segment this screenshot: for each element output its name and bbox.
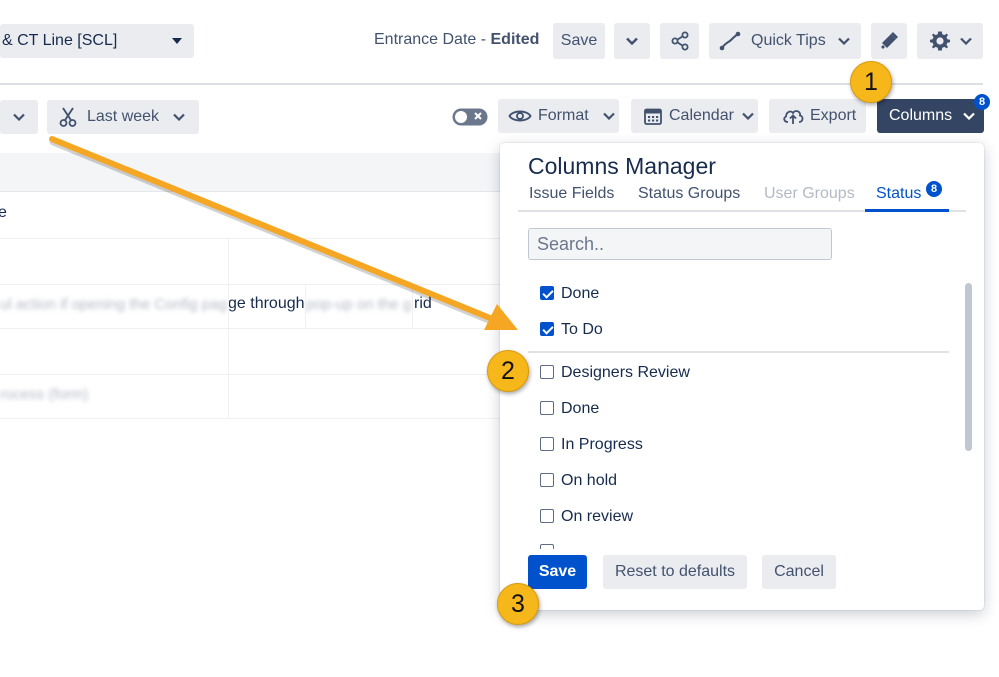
status-option-todo-selected[interactable]: To Do [540, 319, 603, 341]
columns-button[interactable]: Columns [877, 99, 984, 133]
chevron-down-icon [13, 113, 25, 121]
status-option-on-review[interactable]: On review [540, 506, 633, 528]
view-title-name: Entrance Date - [374, 31, 491, 48]
chevron-down-icon [742, 112, 754, 120]
blurred-cell: pop-up on the g [306, 296, 412, 313]
toggle-switch[interactable] [452, 108, 488, 131]
status-option-label: Done [561, 285, 600, 302]
active-tab-indicator [865, 209, 949, 212]
chevron-down-icon [626, 37, 638, 45]
chevron-down-icon [172, 38, 182, 44]
quick-tips-label: Quick Tips [751, 32, 826, 49]
cancel-button[interactable]: Cancel [762, 555, 836, 589]
selected-available-divider [528, 351, 949, 353]
columns-manager-panel: Columns Manager Issue Fields Status Grou… [500, 143, 984, 610]
share-icon [671, 31, 688, 51]
project-selector-label: & CT Line [SCL] [2, 32, 118, 49]
tab-issue-fields[interactable]: Issue Fields [529, 185, 614, 203]
calendar-icon [644, 108, 662, 125]
panel-save-button[interactable]: Save [528, 555, 587, 589]
status-option-done[interactable]: Done [540, 398, 599, 420]
checkbox-unchecked[interactable] [540, 400, 554, 415]
blurred-cell: ul action if opening the Config page thr… [0, 296, 228, 313]
status-option-label: To Do [561, 321, 603, 338]
format-button[interactable]: Format [498, 99, 619, 133]
date-filter-label: Last week [87, 108, 160, 125]
table-cell: e [0, 204, 7, 221]
callout-1: 1 [850, 61, 892, 103]
settings-button[interactable] [917, 23, 983, 59]
cloud-upload-icon [783, 110, 804, 124]
chevron-down-icon [602, 112, 615, 120]
notifications-button[interactable] [871, 23, 907, 59]
columns-count-badge: 8 [974, 94, 990, 110]
filter-dropdown-button[interactable] [0, 100, 38, 134]
checkbox-unchecked[interactable] [540, 364, 554, 379]
date-filter-button[interactable]: Last week [47, 100, 199, 134]
status-option-label: Done [561, 400, 600, 417]
status-option-designers-review[interactable]: Designers Review [540, 362, 690, 384]
project-selector[interactable]: & CT Line [SCL] [0, 24, 194, 58]
blurred-cell: rocess (form) [0, 386, 89, 403]
save-options-button[interactable] [614, 23, 650, 59]
header-save-label: Save [560, 32, 598, 49]
share-button[interactable] [660, 23, 699, 59]
table-row[interactable] [0, 328, 520, 375]
checkbox-checked[interactable] [540, 285, 554, 300]
reset-defaults-button[interactable]: Reset to defaults [603, 555, 747, 589]
search-input[interactable] [528, 228, 832, 260]
status-option-label: On review [561, 508, 634, 525]
format-label: Format [538, 107, 589, 124]
chevron-down-icon [960, 37, 972, 45]
status-option-label: In Progress [561, 436, 643, 453]
export-button[interactable]: Export [769, 99, 866, 133]
tab-status[interactable]: Status [876, 185, 921, 203]
path-icon [719, 31, 741, 51]
callout-3: 3 [497, 583, 539, 625]
columns-label: Columns [889, 107, 953, 124]
checkbox-unchecked[interactable] [540, 508, 554, 523]
checkbox-partial [540, 544, 554, 549]
toggle-icon [452, 108, 488, 126]
grid-header [0, 153, 520, 192]
status-option-done-selected[interactable]: Done [540, 283, 599, 305]
quick-tips-button[interactable]: Quick Tips [709, 23, 861, 59]
chevron-down-icon [173, 113, 185, 121]
tab-status-groups[interactable]: Status Groups [638, 185, 740, 203]
table-row[interactable] [0, 238, 520, 285]
checkbox-unchecked[interactable] [540, 436, 554, 451]
callout-2: 2 [487, 350, 529, 392]
view-title: Entrance Date - Edited [374, 31, 539, 49]
chevron-down-icon [963, 112, 975, 120]
megaphone-icon [881, 32, 898, 49]
table-row[interactable]: e [0, 192, 520, 239]
scissors-icon [59, 107, 77, 127]
list-scrollbar[interactable] [965, 283, 972, 451]
checkbox-checked[interactable] [540, 321, 554, 336]
table-cell: rid [414, 295, 432, 312]
status-option-label: On hold [561, 472, 618, 489]
checkbox-unchecked[interactable] [540, 472, 554, 487]
export-label: Export [810, 107, 857, 124]
chevron-down-icon [837, 37, 850, 45]
header-divider [0, 83, 983, 85]
table-row[interactable]: rocess (form) [0, 374, 520, 419]
view-title-status: Edited [490, 31, 540, 48]
column-divider [412, 284, 413, 328]
table-row[interactable]: ul action if opening the Config page thr… [0, 284, 520, 329]
header-save-button[interactable]: Save [553, 23, 605, 59]
table-cell: ge through [228, 295, 305, 312]
column-divider [228, 238, 229, 418]
calendar-label: Calendar [669, 107, 734, 124]
column-divider [305, 284, 306, 328]
status-option-label: Designers Review [561, 364, 690, 381]
status-option-on-hold[interactable]: On hold [540, 470, 617, 492]
eye-icon [508, 110, 532, 122]
calendar-button[interactable]: Calendar [631, 99, 758, 133]
gear-icon [930, 31, 950, 51]
status-tab-badge: 8 [926, 181, 942, 197]
panel-title: Columns Manager [528, 153, 716, 179]
tab-user-groups[interactable]: User Groups [764, 185, 855, 203]
status-option-in-progress[interactable]: In Progress [540, 434, 643, 456]
